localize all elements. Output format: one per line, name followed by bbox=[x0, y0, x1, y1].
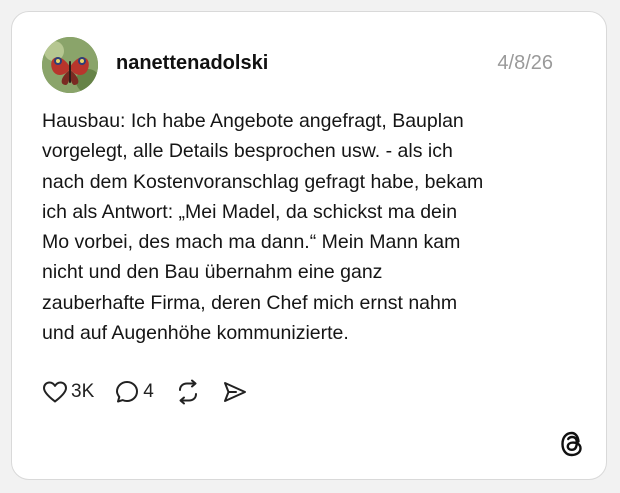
repost-button[interactable] bbox=[174, 379, 202, 405]
send-icon bbox=[223, 382, 246, 402]
post-actions: 3K 4 bbox=[42, 377, 268, 407]
post-text-line: ich als Antwort: „Mei Madel, da schickst… bbox=[42, 200, 458, 223]
reply-count: 4 bbox=[143, 381, 154, 402]
post-text-line: vorgelegt, alle Details besprochen usw. … bbox=[42, 140, 453, 163]
avatar[interactable] bbox=[42, 37, 98, 93]
post-card[interactable]: nanettenadolski 4/8/26 Hausbau: Ich habe… bbox=[11, 11, 607, 480]
post-text-line: Mo vorbei, des mach ma dann.“ Mein Mann … bbox=[42, 231, 461, 254]
post-text-line: Hausbau: Ich habe Angebote angefragt, Ba… bbox=[42, 110, 464, 132]
like-button[interactable]: 3K bbox=[42, 380, 94, 404]
post-text-line: nach dem Kostenvoranschlag gefragt habe,… bbox=[42, 170, 484, 193]
butterfly-avatar-image bbox=[42, 37, 98, 93]
comment-icon bbox=[116, 381, 139, 403]
post-username[interactable]: nanettenadolski bbox=[116, 51, 268, 75]
like-count: 3K bbox=[71, 381, 95, 402]
post-text-line: und auf Augenhöhe kommunizierte. bbox=[42, 322, 349, 345]
post-text-line: zauberhafte Firma, deren Chef mich ernst… bbox=[42, 291, 458, 314]
reply-button[interactable]: 4 bbox=[114, 379, 154, 405]
post-date: 4/8/26 bbox=[497, 52, 553, 74]
post-text: Hausbau: Ich habe Angebote angefragt, Ba… bbox=[42, 106, 572, 348]
share-button[interactable] bbox=[222, 380, 248, 404]
repost-icon bbox=[178, 379, 197, 405]
post-text-line: nicht und den Bau übernahm eine ganz bbox=[42, 261, 383, 284]
threads-logo-icon[interactable] bbox=[559, 430, 585, 458]
heart-icon bbox=[43, 381, 67, 403]
